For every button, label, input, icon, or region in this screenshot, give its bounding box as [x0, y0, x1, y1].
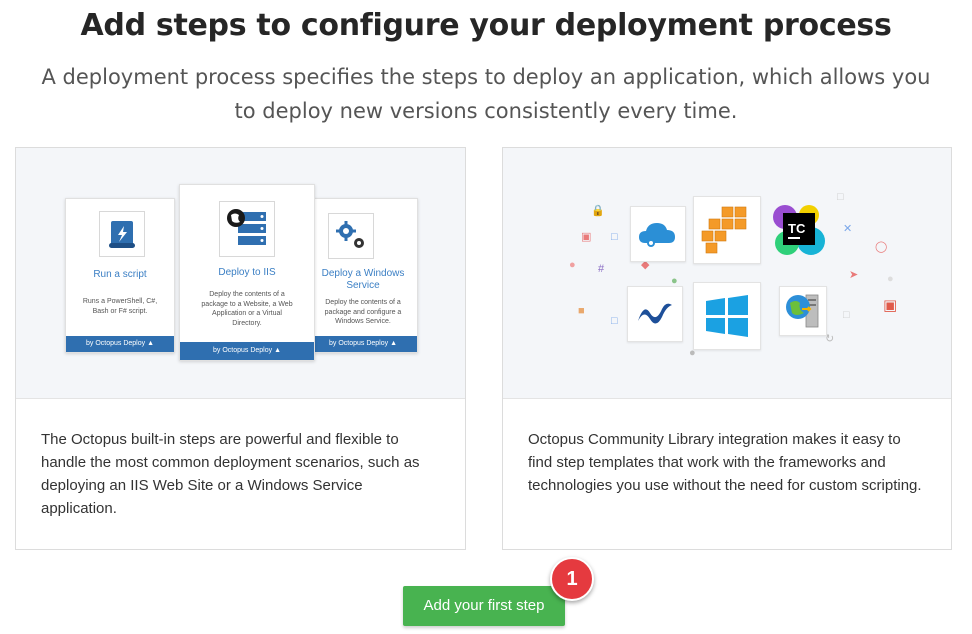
- step-description: Deploy the contents of a package and con…: [324, 299, 402, 325]
- community-library-illustration: 🔒 ▣ □ ● # ◆ ■ □ ● ● □ ✕ ◯ ➤ □ ▣ ● ↻ TC: [503, 148, 951, 399]
- add-first-step-button[interactable]: Add your first step: [403, 586, 565, 626]
- person-icon: ●: [569, 259, 576, 271]
- page-title: Add steps to configure your deployment p…: [80, 8, 892, 43]
- step-card-run-script: Run a script Runs a PowerShell, C#, Bash…: [65, 198, 175, 353]
- teamcity-icon: TC: [771, 201, 827, 259]
- document-icon: ▣: [581, 231, 592, 243]
- community-library-card: 🔒 ▣ □ ● # ◆ ■ □ ● ● □ ✕ ◯ ➤ □ ▣ ● ↻ TC O…: [502, 147, 952, 550]
- red-doc-icon: ▣: [883, 297, 898, 314]
- chart-icon: ■: [578, 305, 585, 317]
- azure-cloud-icon: [630, 206, 686, 262]
- step-title: Deploy a Windows Service: [321, 268, 405, 291]
- step-footer: by Octopus Deploy ▲: [309, 336, 417, 352]
- builtin-steps-card: Run a script Runs a PowerShell, C#, Bash…: [15, 147, 466, 550]
- ring-icon: ◯: [875, 241, 888, 253]
- dotnet-icon: [627, 286, 683, 342]
- lock-icon: 🔒: [591, 205, 605, 217]
- monitor-icon: □: [611, 315, 618, 327]
- step-card-windows-service: Deploy a Windows Service Deploy the cont…: [308, 198, 418, 353]
- community-library-description: Octopus Community Library integration ma…: [528, 431, 922, 494]
- teamcity-label: TC: [788, 221, 806, 236]
- web-server-globe-icon: [779, 286, 827, 336]
- step-footer: by Octopus Deploy ▲: [66, 336, 174, 352]
- script-scroll-icon: [99, 211, 145, 257]
- cross-icon: ✕: [843, 223, 853, 235]
- iis-server-icon: [219, 201, 275, 257]
- user-gray-icon: ●: [887, 273, 894, 285]
- step-description: Runs a PowerShell, C#, Bash or F# script…: [82, 298, 158, 315]
- file-icon: □: [837, 191, 844, 203]
- builtin-steps-illustration: Run a script Runs a PowerShell, C#, Bash…: [16, 148, 465, 399]
- step-title: Deploy to IIS: [218, 267, 276, 278]
- chat-icon: □: [611, 231, 618, 243]
- doc-gray-icon: □: [843, 309, 850, 321]
- step-number-badge: 1: [550, 557, 594, 601]
- arrow-icon: ➤: [849, 269, 859, 281]
- aws-boxes-icon: [693, 196, 761, 264]
- slack-icon: #: [598, 263, 605, 275]
- windows-icon: [693, 282, 761, 350]
- step-description: Deploy the contents of a package to a We…: [201, 291, 293, 327]
- step-title: Run a script: [93, 269, 147, 280]
- step-card-deploy-iis: Deploy to IIS Deploy the contents of a p…: [179, 184, 315, 361]
- page-subtitle: A deployment process specifies the steps…: [41, 65, 931, 123]
- gears-icon: [328, 213, 374, 259]
- builtin-steps-description: The Octopus built-in steps are powerful …: [41, 431, 420, 517]
- step-footer: by Octopus Deploy ▲: [180, 342, 314, 360]
